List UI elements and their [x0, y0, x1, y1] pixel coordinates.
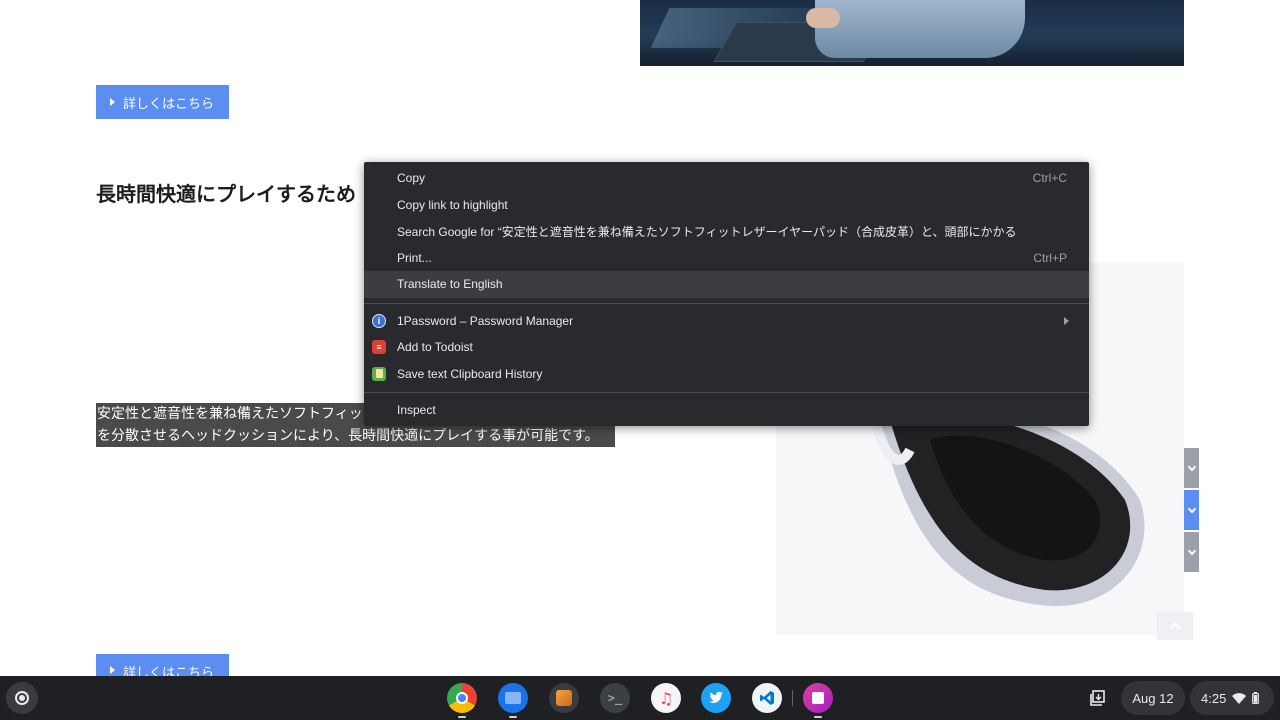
menu-separator: [364, 392, 1089, 393]
status-area-button[interactable]: 4:25: [1190, 681, 1274, 715]
menu-item-search-google[interactable]: Search Google for “安定性と遮音性を兼ね備えたソフトフィットレ…: [364, 218, 1089, 245]
wifi-icon: [1232, 692, 1247, 704]
music-icon[interactable]: ♫: [651, 683, 681, 713]
menu-item-translate[interactable]: Translate to English: [364, 271, 1089, 298]
menu-separator: [364, 302, 1089, 304]
menu-item-add-to-todoist[interactable]: ≡ Add to Todoist: [364, 334, 1089, 361]
chrome-icon[interactable]: [447, 683, 477, 718]
context-menu: Copy Ctrl+C Copy link to highlight Searc…: [364, 162, 1089, 426]
section-heading: 長時間快適にプレイするため: [96, 182, 356, 206]
selected-text-line-2: を分散させるヘッドクッションにより、長時間快適にプレイする事が可能です。: [96, 425, 615, 447]
submenu-arrow-icon: [1064, 316, 1069, 325]
side-nav-down-button-3[interactable]: [1184, 532, 1199, 572]
menu-item-label: Inspect: [397, 403, 436, 418]
side-nav-down-button-1[interactable]: [1184, 448, 1199, 488]
menu-item-label: Print...: [397, 250, 432, 265]
menu-item-label: Translate to English: [397, 277, 503, 292]
chevron-down-icon: [1187, 462, 1196, 471]
clipboard-history-icon: [372, 366, 386, 381]
menu-item-clipboard-history[interactable]: Save text Clipboard History: [364, 361, 1089, 388]
menu-item-inspect[interactable]: Inspect: [364, 397, 1089, 424]
sketch-icon[interactable]: [549, 683, 579, 713]
learn-more-label: 詳しくはこちら: [123, 96, 215, 112]
menu-shortcut: Ctrl+P: [1033, 250, 1067, 265]
menu-item-label: Save text Clipboard History: [397, 366, 543, 381]
menu-item-copy[interactable]: Copy Ctrl+C: [364, 165, 1089, 192]
screen-recorder-icon[interactable]: [803, 683, 833, 718]
learn-more-button-2[interactable]: 詳しくはこちら: [96, 654, 229, 676]
side-nav-down-button-2[interactable]: [1184, 490, 1199, 530]
shelf: >_ ♫ Aug 12 4:25: [0, 676, 1280, 720]
selected-text-line-1: 安定性と遮音性を兼ね備えたソフトフィットレザーイヤーパッド: [96, 403, 364, 425]
todoist-icon: ≡: [372, 340, 386, 355]
learn-more-label: 詳しくはこちら: [123, 666, 215, 676]
back-to-top-button[interactable]: [1157, 612, 1193, 640]
clock-time: 4:25: [1201, 690, 1227, 706]
caret-right-icon: [110, 98, 115, 106]
files-icon[interactable]: [498, 683, 528, 718]
menu-item-label: Add to Todoist: [397, 340, 473, 355]
chevron-up-icon: [1169, 622, 1181, 634]
menu-item-label: Search Google for “安定性と遮音性を兼ね備えたソフトフィットレ…: [397, 224, 1017, 239]
vscode-icon[interactable]: [752, 683, 782, 713]
menu-item-copy-link-to-highlight[interactable]: Copy link to highlight: [364, 192, 1089, 219]
menu-item-label: Copy: [397, 171, 426, 186]
menu-item-1password[interactable]: i 1Password – Password Manager: [364, 308, 1089, 335]
1password-icon: i: [372, 313, 386, 328]
terminal-icon[interactable]: >_: [600, 683, 630, 713]
clipboard-tray-button[interactable]: [1082, 681, 1114, 715]
launcher-button[interactable]: [6, 682, 38, 714]
date-tray-button[interactable]: Aug 12: [1121, 681, 1185, 715]
menu-item-label: 1Password – Password Manager: [397, 313, 574, 328]
hero-image: [640, 0, 1184, 66]
battery-icon: [1252, 692, 1260, 704]
learn-more-button[interactable]: 詳しくはこちら: [96, 85, 229, 119]
shelf-divider: [792, 690, 793, 706]
launcher-icon: [15, 691, 29, 705]
chevron-down-icon: [1187, 504, 1196, 513]
chevron-down-icon: [1187, 546, 1196, 555]
twitter-icon[interactable]: [701, 683, 731, 713]
menu-item-print[interactable]: Print... Ctrl+P: [364, 245, 1089, 272]
menu-shortcut: Ctrl+C: [1032, 171, 1067, 186]
caret-right-icon: [110, 666, 115, 674]
holding-space-icon: [1090, 690, 1105, 706]
menu-item-label: Copy link to highlight: [397, 197, 508, 212]
